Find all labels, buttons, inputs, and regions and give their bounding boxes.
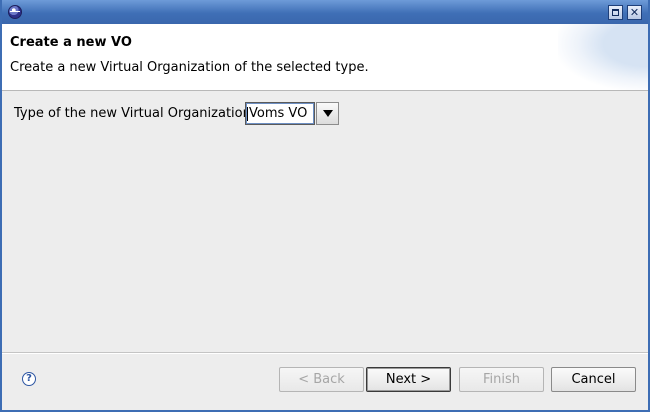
next-button[interactable]: Next > — [366, 367, 451, 392]
back-label: < Back — [298, 372, 345, 387]
vo-type-value[interactable]: Voms VO — [245, 102, 315, 125]
page-description: Create a new Virtual Organization of the… — [10, 60, 369, 75]
finish-label: Finish — [482, 372, 520, 387]
eclipse-icon[interactable] — [8, 5, 22, 19]
text-caret — [247, 107, 248, 121]
wizard-header: Create a new VO Create a new Virtual Org… — [2, 24, 648, 91]
vo-type-dropdown[interactable]: Voms VO — [245, 102, 340, 125]
maximize-icon — [612, 9, 619, 16]
page-title: Create a new VO — [10, 35, 132, 50]
help-icon[interactable]: ? — [22, 372, 36, 386]
vo-type-selected: Voms VO — [249, 106, 308, 121]
close-button[interactable]: ✕ — [627, 5, 642, 20]
title-bar[interactable]: ✕ — [2, 0, 648, 24]
chevron-down-icon — [322, 110, 333, 117]
wizard-window: ✕ Create a new VO Create a new Virtual O… — [0, 0, 650, 412]
cancel-button[interactable]: Cancel — [551, 367, 636, 392]
cancel-label: Cancel — [571, 372, 616, 387]
next-label: Next > — [385, 372, 432, 387]
dropdown-button[interactable] — [316, 102, 339, 125]
back-button[interactable]: < Back — [279, 367, 364, 392]
button-bar-separator — [2, 352, 648, 354]
close-icon: ✕ — [629, 6, 640, 19]
finish-button[interactable]: Finish — [459, 367, 544, 392]
header-banner-image — [558, 24, 648, 90]
maximize-button[interactable] — [608, 5, 623, 20]
vo-type-label: Type of the new Virtual Organization: — [14, 106, 256, 121]
